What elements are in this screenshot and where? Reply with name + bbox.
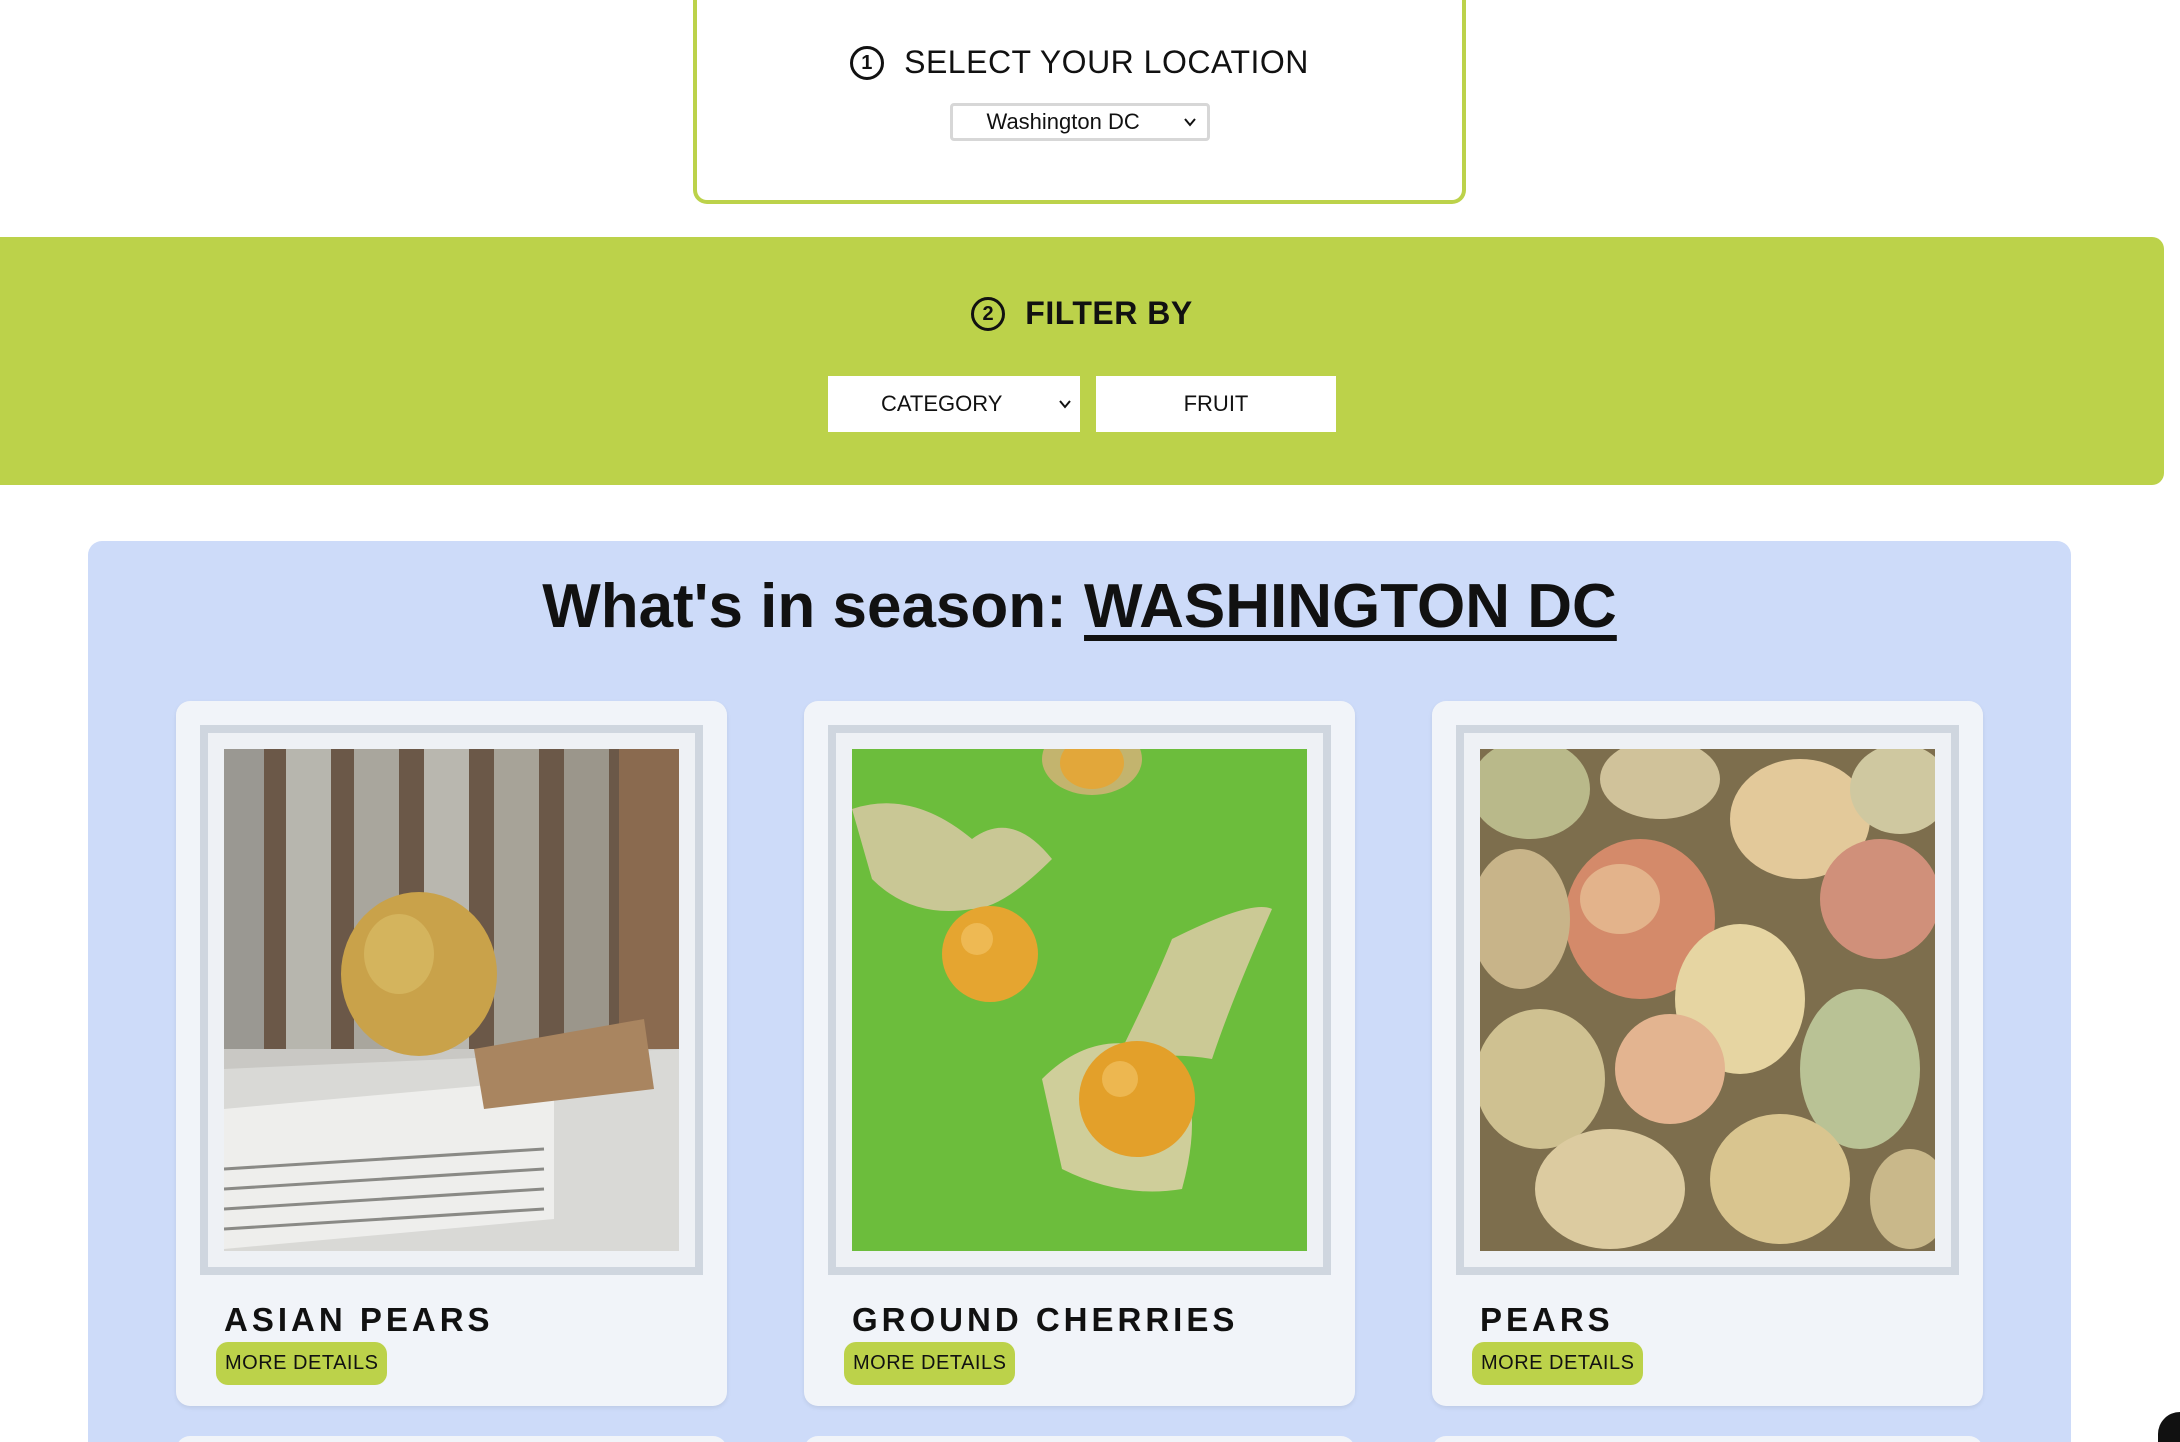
filter-step-label: FILTER BY: [1025, 295, 1193, 331]
chevron-down-icon: [1059, 400, 1071, 409]
season-heading-prefix: What's in season:: [542, 572, 1085, 641]
page: 1 SELECT YOUR LOCATION Washington DC 2 F…: [0, 0, 2180, 1442]
produce-name: GROUND CHERRIES: [852, 1301, 1239, 1338]
filter-step-title: 2 FILTER BY: [0, 295, 2164, 332]
chevron-down-icon: [1183, 118, 1196, 127]
filter-controls: CATEGORY FRUIT: [0, 376, 2164, 432]
produce-name: PEARS: [1480, 1301, 1614, 1338]
more-details-button[interactable]: MORE DETAILS: [844, 1342, 1016, 1385]
card-photo-frame: [1456, 725, 1959, 1275]
filter-panel: 2 FILTER BY CATEGORY FRUIT: [0, 237, 2164, 485]
next-card-edge: [176, 1436, 727, 1442]
season-heading: What's in season: WASHINGTON DC: [88, 571, 2071, 642]
card-photo-frame: [200, 725, 703, 1275]
step-one-icon: 1: [850, 45, 885, 80]
produce-card: GROUND CHERRIES MORE DETAILS: [804, 701, 1355, 1406]
category-select[interactable]: CATEGORY: [828, 376, 1080, 432]
location-select-value: Washington DC: [986, 109, 1140, 134]
card-photo-frame: [828, 725, 1331, 1275]
fruit-filter-button[interactable]: FRUIT: [1096, 376, 1336, 432]
season-heading-location[interactable]: WASHINGTON DC: [1084, 572, 1617, 641]
next-card-edge: [804, 1436, 1355, 1442]
next-card-edge: [1432, 1436, 1983, 1442]
step-two-icon: 2: [971, 296, 1006, 331]
category-select-label: CATEGORY: [881, 391, 1003, 416]
produce-name: ASIAN PEARS: [224, 1301, 494, 1338]
in-season-panel: What's in season: WASHINGTON DC ASIAN PE…: [88, 541, 2071, 1442]
pears-photo: [1480, 749, 1935, 1251]
location-selector-panel: 1 SELECT YOUR LOCATION Washington DC: [693, 0, 1466, 204]
produce-card: ASIAN PEARS MORE DETAILS: [176, 701, 727, 1406]
location-step-title: 1 SELECT YOUR LOCATION: [697, 44, 1462, 81]
fruit-filter-label: FRUIT: [1183, 391, 1249, 416]
window-corner: [2158, 1412, 2180, 1442]
asian-pear-photo: [224, 749, 679, 1251]
more-details-button[interactable]: MORE DETAILS: [1472, 1342, 1644, 1385]
produce-card: PEARS MORE DETAILS: [1432, 701, 1983, 1406]
location-select[interactable]: Washington DC: [949, 103, 1210, 141]
location-step-label: SELECT YOUR LOCATION: [904, 44, 1309, 80]
more-details-button[interactable]: MORE DETAILS: [216, 1342, 388, 1385]
ground-cherries-photo: [852, 749, 1307, 1251]
